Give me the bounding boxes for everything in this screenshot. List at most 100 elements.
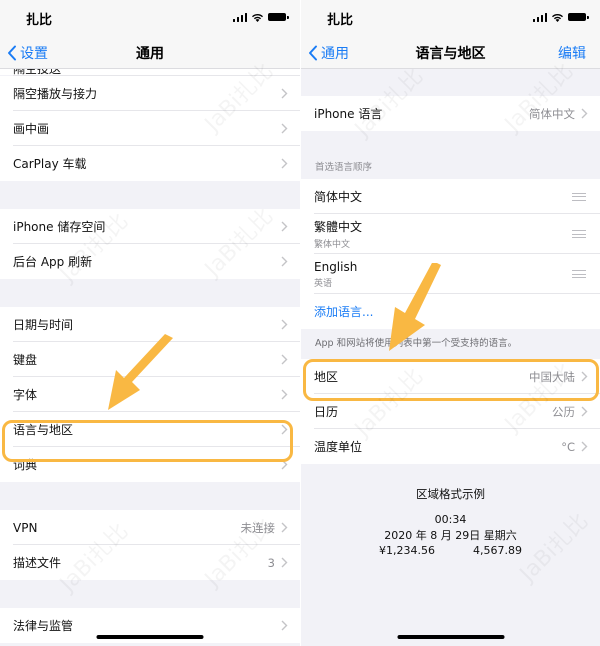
navigation-bar: 通用 语言与地区 编辑: [301, 36, 600, 69]
list-item-label: VPN: [13, 520, 38, 535]
add-language-button[interactable]: 添加语言...: [301, 294, 600, 329]
reorder-handle-icon[interactable]: [572, 270, 586, 278]
left-screen-general: 扎比 设置 通用 隔空投送 隔空播放与接力 画中画 CarPlay 车载: [0, 0, 300, 646]
list-item-label: 画中画: [13, 122, 50, 136]
list-item-label: 语言与地区: [13, 423, 74, 437]
back-label: 通用: [321, 46, 349, 62]
settings-group-3: 日期与时间 键盘 字体 语言与地区 词典: [0, 307, 300, 482]
list-item-carplay[interactable]: CarPlay 车载: [0, 146, 300, 181]
language-item-traditional-chinese[interactable]: 繁體中文 繁体中文: [301, 214, 600, 254]
chevron-right-icon: [281, 319, 288, 330]
region-format-example: 区域格式示例 00:34 2020 年 8 月 29日 星期六 ¥1,234.5…: [301, 464, 600, 557]
chevron-right-icon: [281, 557, 288, 568]
status-icons: [232, 12, 289, 22]
list-item-label: iPhone 语言: [314, 107, 383, 121]
chevron-right-icon: [581, 441, 588, 452]
format-example-time: 00:34: [434, 513, 467, 526]
list-item-label: 日历: [314, 405, 339, 419]
region-settings-group: 地区 中国大陆 日历 公历 温度单位 °C: [301, 359, 600, 464]
carrier-label: 扎比: [26, 13, 53, 28]
temperature-unit-value: °C: [561, 439, 575, 454]
list-item-label: 简体中文: [314, 190, 363, 204]
list-item-label: 繁體中文: [314, 220, 363, 234]
list-item-calendar[interactable]: 日历 公历: [301, 394, 600, 429]
back-label: 设置: [20, 46, 48, 62]
settings-group-1: 隔空播放与接力 画中画 CarPlay 车载: [0, 76, 300, 181]
preferred-languages-group: 简体中文 繁體中文 繁体中文 English 英语 添加语言...: [301, 179, 600, 329]
chevron-right-icon: [281, 256, 288, 267]
list-item-iphone-storage[interactable]: iPhone 储存空间: [0, 209, 300, 244]
list-item-temperature-unit[interactable]: 温度单位 °C: [301, 429, 600, 464]
settings-group-4: VPN 未连接 描述文件 3: [0, 510, 300, 580]
wifi-icon: [252, 14, 263, 22]
format-example-number: 4,567.89: [473, 544, 522, 557]
list-item-date-time[interactable]: 日期与时间: [0, 307, 300, 342]
list-item-profiles[interactable]: 描述文件 3: [0, 545, 300, 580]
list-item-sublabel: 英语: [314, 278, 333, 289]
battery-icon: [568, 13, 589, 21]
list-item-background-app-refresh[interactable]: 后台 App 刷新: [0, 244, 300, 279]
back-button[interactable]: 通用: [308, 43, 349, 63]
chevron-right-icon: [281, 522, 288, 533]
list-item-vpn[interactable]: VPN 未连接: [0, 510, 300, 545]
add-language-label: 添加语言...: [314, 305, 374, 319]
chevron-right-icon: [581, 406, 588, 417]
settings-group-2: iPhone 储存空间 后台 App 刷新: [0, 209, 300, 279]
chevron-right-icon: [281, 158, 288, 169]
list-item-iphone-language[interactable]: iPhone 语言 简体中文: [301, 96, 600, 131]
iphone-language-value: 简体中文: [529, 106, 575, 121]
back-button[interactable]: 设置: [7, 43, 48, 63]
cellular-signal-icon: [532, 12, 547, 22]
list-item-airdrop[interactable]: 隔空投送: [0, 69, 300, 75]
list-item-label: 键盘: [13, 353, 38, 367]
list-item-label: 隔空投送: [13, 69, 61, 75]
chevron-right-icon: [281, 123, 288, 134]
language-item-english[interactable]: English 英语: [301, 254, 600, 294]
status-bar: 扎比: [0, 0, 300, 36]
list-item-label: CarPlay 车载: [13, 157, 87, 171]
preferred-languages-header: 首选语言顺序: [315, 162, 373, 173]
preferred-languages-footer: App 和网站将使用列表中第一个受支持的语言。: [315, 338, 518, 349]
chevron-right-icon: [281, 620, 288, 631]
chevron-left-icon: [309, 45, 317, 61]
status-icons: [532, 12, 589, 22]
status-bar: 扎比: [301, 0, 600, 36]
chevron-right-icon: [581, 108, 588, 119]
vpn-status-value: 未连接: [240, 520, 276, 535]
language-item-simplified-chinese[interactable]: 简体中文: [301, 179, 600, 214]
format-example-date: 2020 年 8 月 29日 星期六: [384, 529, 517, 542]
list-item-label: 后台 App 刷新: [13, 255, 93, 269]
list-item-picture-in-picture[interactable]: 画中画: [0, 111, 300, 146]
chevron-right-icon: [281, 459, 288, 470]
chevron-right-icon: [281, 389, 288, 400]
list-item-language-region[interactable]: 语言与地区: [0, 412, 300, 447]
profiles-count-value: 3: [267, 555, 275, 570]
list-item-label: iPhone 储存空间: [13, 220, 106, 234]
home-indicator[interactable]: [397, 635, 504, 639]
chevron-right-icon: [281, 88, 288, 99]
edit-button[interactable]: 编辑: [558, 43, 586, 63]
list-item-region[interactable]: 地区 中国大陆: [301, 359, 600, 394]
list-item-fonts[interactable]: 字体: [0, 377, 300, 412]
reorder-handle-icon[interactable]: [572, 230, 586, 238]
cellular-signal-icon: [232, 12, 247, 22]
carrier-label: 扎比: [327, 13, 354, 28]
format-example-currency: ¥1,234.56: [379, 544, 435, 557]
navigation-bar: 设置 通用: [0, 36, 300, 69]
list-item-dictionary[interactable]: 词典: [0, 447, 300, 482]
battery-icon: [268, 13, 289, 21]
reorder-handle-icon[interactable]: [572, 192, 586, 201]
list-item-label: 词典: [13, 458, 38, 472]
calendar-value: 公历: [552, 404, 575, 419]
list-item-keyboard[interactable]: 键盘: [0, 342, 300, 377]
list-item-airplay-handoff[interactable]: 隔空播放与接力: [0, 76, 300, 111]
chevron-right-icon: [281, 221, 288, 232]
list-item-sublabel: 繁体中文: [314, 240, 351, 250]
right-screen-language-region: 扎比 通用 语言与地区 编辑 iPhone 语言 简体中文 首选语言顺序 简体中…: [300, 0, 600, 646]
list-item-label: 法律与监管: [13, 619, 74, 633]
list-item-label: 隔空播放与接力: [13, 87, 98, 101]
home-indicator[interactable]: [96, 635, 204, 639]
format-example-title: 区域格式示例: [416, 487, 485, 501]
list-item-label: 字体: [13, 388, 38, 402]
wifi-icon: [552, 14, 563, 22]
